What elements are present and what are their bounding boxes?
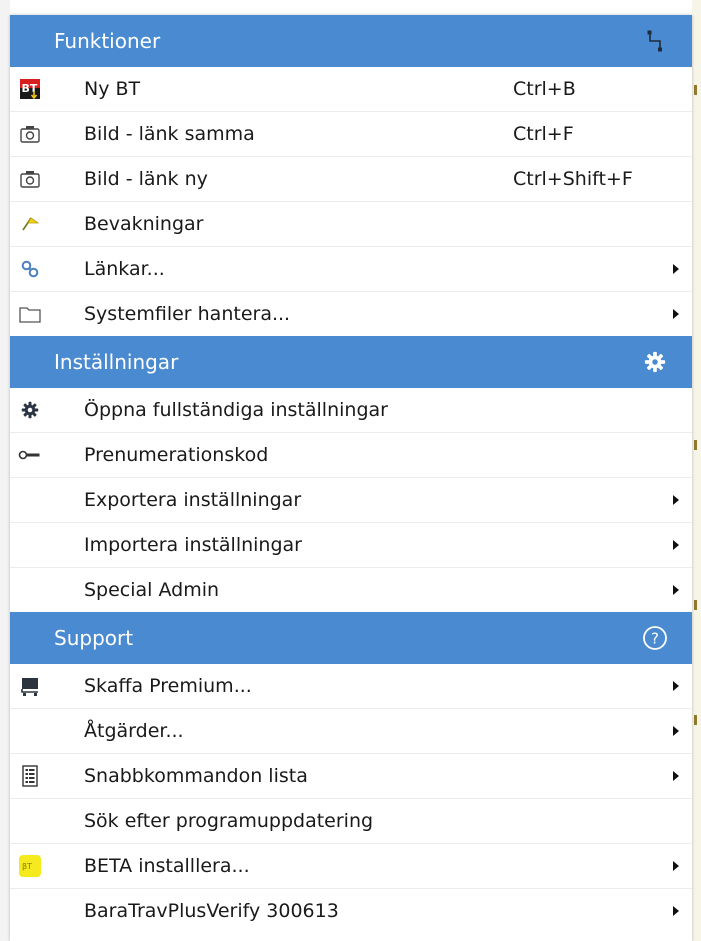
svg-text:βT: βT [22, 862, 32, 871]
menu-item-label: BETA installlera... [84, 855, 250, 877]
menu-item-skaffa-premium[interactable]: Skaffa Premium... [10, 664, 692, 709]
menu-item-sok-programuppdatering[interactable]: Sök efter programuppdatering [10, 799, 692, 844]
list-icon [18, 764, 42, 788]
connector-icon [642, 28, 668, 54]
submenu-arrow-icon [673, 540, 679, 550]
menu-item-label: Sök efter programuppdatering [84, 810, 374, 832]
beta-icon: βT [18, 854, 42, 878]
menu-item-shortcut: Ctrl+B [513, 78, 576, 100]
section-header-installningar: Inställningar [10, 336, 692, 388]
section-title: Support [54, 626, 134, 650]
section-body-support: Skaffa Premium... Åtgärder... Snabbkomma… [10, 664, 692, 933]
menu-item-label: Ny BT [84, 78, 141, 100]
menu-item-label: Exportera inställningar [84, 489, 302, 511]
menu-item-label: Skaffa Premium... [84, 675, 252, 697]
menu-item-systemfiler-hantera[interactable]: Systemfiler hantera... [10, 292, 692, 336]
context-menu: Funktioner BT Ny BT Ctrl+B Bild - länk s… [10, 15, 692, 941]
section-body-funktioner: BT Ny BT Ctrl+B Bild - länk samma Ctrl+F [10, 67, 692, 336]
background-mark [694, 600, 697, 610]
cart-icon [18, 674, 42, 698]
menu-item-label: Bild - länk samma [84, 123, 255, 145]
menu-item-bild-lank-ny[interactable]: Bild - länk ny Ctrl+Shift+F [10, 157, 692, 202]
bt-logo-icon: BT [18, 77, 42, 101]
menu-item-atgarder[interactable]: Åtgärder... [10, 709, 692, 754]
camera-icon [18, 122, 42, 146]
background-mark [694, 440, 697, 450]
section-header-funktioner: Funktioner [10, 15, 692, 67]
menu-item-label: BaraTravPlusVerify 300613 [84, 900, 339, 922]
submenu-arrow-icon [673, 861, 679, 871]
section-title: Funktioner [54, 29, 161, 53]
background-mark [694, 715, 697, 725]
section-title: Inställningar [54, 350, 179, 374]
menu-item-label: Systemfiler hantera... [84, 303, 291, 325]
help-circle-icon: ? [642, 625, 668, 651]
submenu-arrow-icon [673, 585, 679, 595]
menu-item-label: Snabbkommandon lista [84, 765, 308, 787]
background-mark [694, 85, 697, 95]
menu-item-beta-installera[interactable]: βT BETA installlera... [10, 844, 692, 889]
svg-text:BT: BT [22, 82, 38, 95]
menu-item-ny-bt[interactable]: BT Ny BT Ctrl+B [10, 67, 692, 112]
section-header-support: Support ? [10, 612, 692, 664]
flag-icon [18, 212, 42, 236]
gear-icon [18, 398, 42, 422]
submenu-arrow-icon [673, 309, 679, 319]
menu-item-shortcut: Ctrl+F [513, 123, 574, 145]
menu-item-label: Bevakningar [84, 213, 204, 235]
menu-item-label: Importera inställningar [84, 534, 302, 556]
menu-item-special-admin[interactable]: Special Admin [10, 568, 692, 612]
menu-item-label: Special Admin [84, 579, 220, 601]
menu-item-bevakningar[interactable]: Bevakningar [10, 202, 692, 247]
background-app-left-edge [0, 0, 10, 941]
folder-icon [18, 302, 42, 326]
key-icon [18, 443, 42, 467]
menu-item-oppna-installningar[interactable]: Öppna fullständiga inställningar [10, 388, 692, 433]
svg-text:?: ? [651, 630, 659, 648]
menu-item-lankar[interactable]: Länkar... [10, 247, 692, 292]
section-body-installningar: Öppna fullständiga inställningar Prenume… [10, 388, 692, 612]
camera-icon [18, 167, 42, 191]
submenu-arrow-icon [673, 681, 679, 691]
menu-item-shortcut: Ctrl+Shift+F [513, 168, 633, 190]
menu-item-snabbkommandon-lista[interactable]: Snabbkommandon lista [10, 754, 692, 799]
menu-item-label: Öppna fullständiga inställningar [84, 399, 388, 421]
submenu-arrow-icon [673, 264, 679, 274]
submenu-arrow-icon [673, 726, 679, 736]
menu-item-prenumerationskod[interactable]: Prenumerationskod [10, 433, 692, 478]
menu-item-exportera-installningar[interactable]: Exportera inställningar [10, 478, 692, 523]
menu-item-label: Länkar... [84, 258, 165, 280]
menu-item-label: Bild - länk ny [84, 168, 208, 190]
gear-icon [642, 349, 668, 375]
link-icon [18, 257, 42, 281]
menu-item-baratravplusverify[interactable]: BaraTravPlusVerify 300613 [10, 889, 692, 933]
submenu-arrow-icon [673, 495, 679, 505]
menu-item-importera-installningar[interactable]: Importera inställningar [10, 523, 692, 568]
background-app-right-edge [692, 0, 701, 941]
menu-item-label: Prenumerationskod [84, 444, 269, 466]
submenu-arrow-icon [673, 771, 679, 781]
menu-item-label: Åtgärder... [84, 720, 184, 742]
menu-item-bild-lank-samma[interactable]: Bild - länk samma Ctrl+F [10, 112, 692, 157]
submenu-arrow-icon [673, 906, 679, 916]
